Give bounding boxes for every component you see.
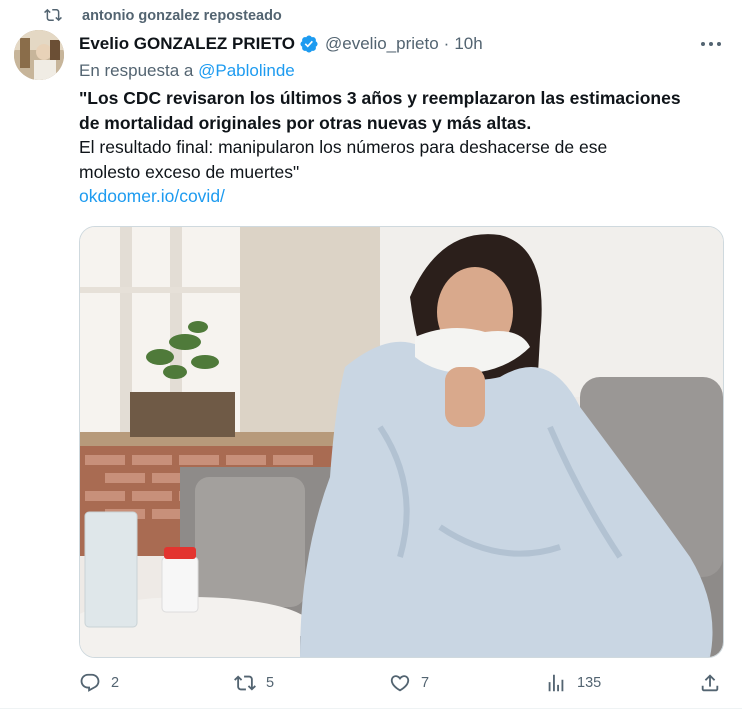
views-chart-icon [548,674,564,692]
like-button[interactable]: 7 [389,668,429,698]
author-name[interactable]: Evelio GONZALEZ PRIETO [79,34,295,54]
share-icon [701,674,719,692]
repost-button[interactable]: 5 [234,668,274,698]
reply-prefix: En respuesta a [79,61,194,80]
heart-icon [390,675,410,692]
tweet-actions: 2 5 7 135 [79,668,727,698]
reply-count: 2 [111,675,120,691]
tweet-plain-line-1: El resultado final: manipularon los núme… [79,137,608,157]
reply-mention-link[interactable]: @Pablolinde [198,61,295,80]
tweet-bold-line-2: de mortalidad originales por otras nueva… [79,112,532,133]
share-button[interactable] [699,668,731,698]
tweet-text: "Los CDC revisaron los últimos 3 años y … [79,86,729,209]
verified-badge-icon [300,35,318,53]
separator-dot: · [443,34,450,53]
author-handle[interactable]: @evelio_prieto [325,34,439,54]
tweet-link[interactable]: okdoomer.io/covid/ [79,184,729,209]
tweet-photo[interactable] [79,226,724,658]
tweet-plain-line-2: molesto exceso de muertes" [79,161,300,182]
reply-icon [80,673,100,692]
tweet-bold-line-1: "Los CDC revisaron los últimos 3 años y … [79,88,681,108]
repost-count: 5 [266,675,275,691]
more-options-icon[interactable] [700,36,722,52]
tweet-time[interactable]: 10h [454,34,482,54]
tweet-header: Evelio GONZALEZ PRIETO @evelio_prieto · … [79,32,483,56]
views-count: 135 [577,675,602,691]
repost-icon [234,675,256,691]
reply-button[interactable]: 2 [79,668,119,698]
repost-text: antonio gonzalez reposteado [82,8,282,24]
like-count: 7 [421,675,430,691]
repost-icon [44,8,62,22]
bottom-divider [0,708,742,709]
avatar[interactable] [14,30,64,80]
views-button[interactable]: 135 [545,668,601,698]
reply-context: En respuesta a @Pablolinde [79,61,295,81]
